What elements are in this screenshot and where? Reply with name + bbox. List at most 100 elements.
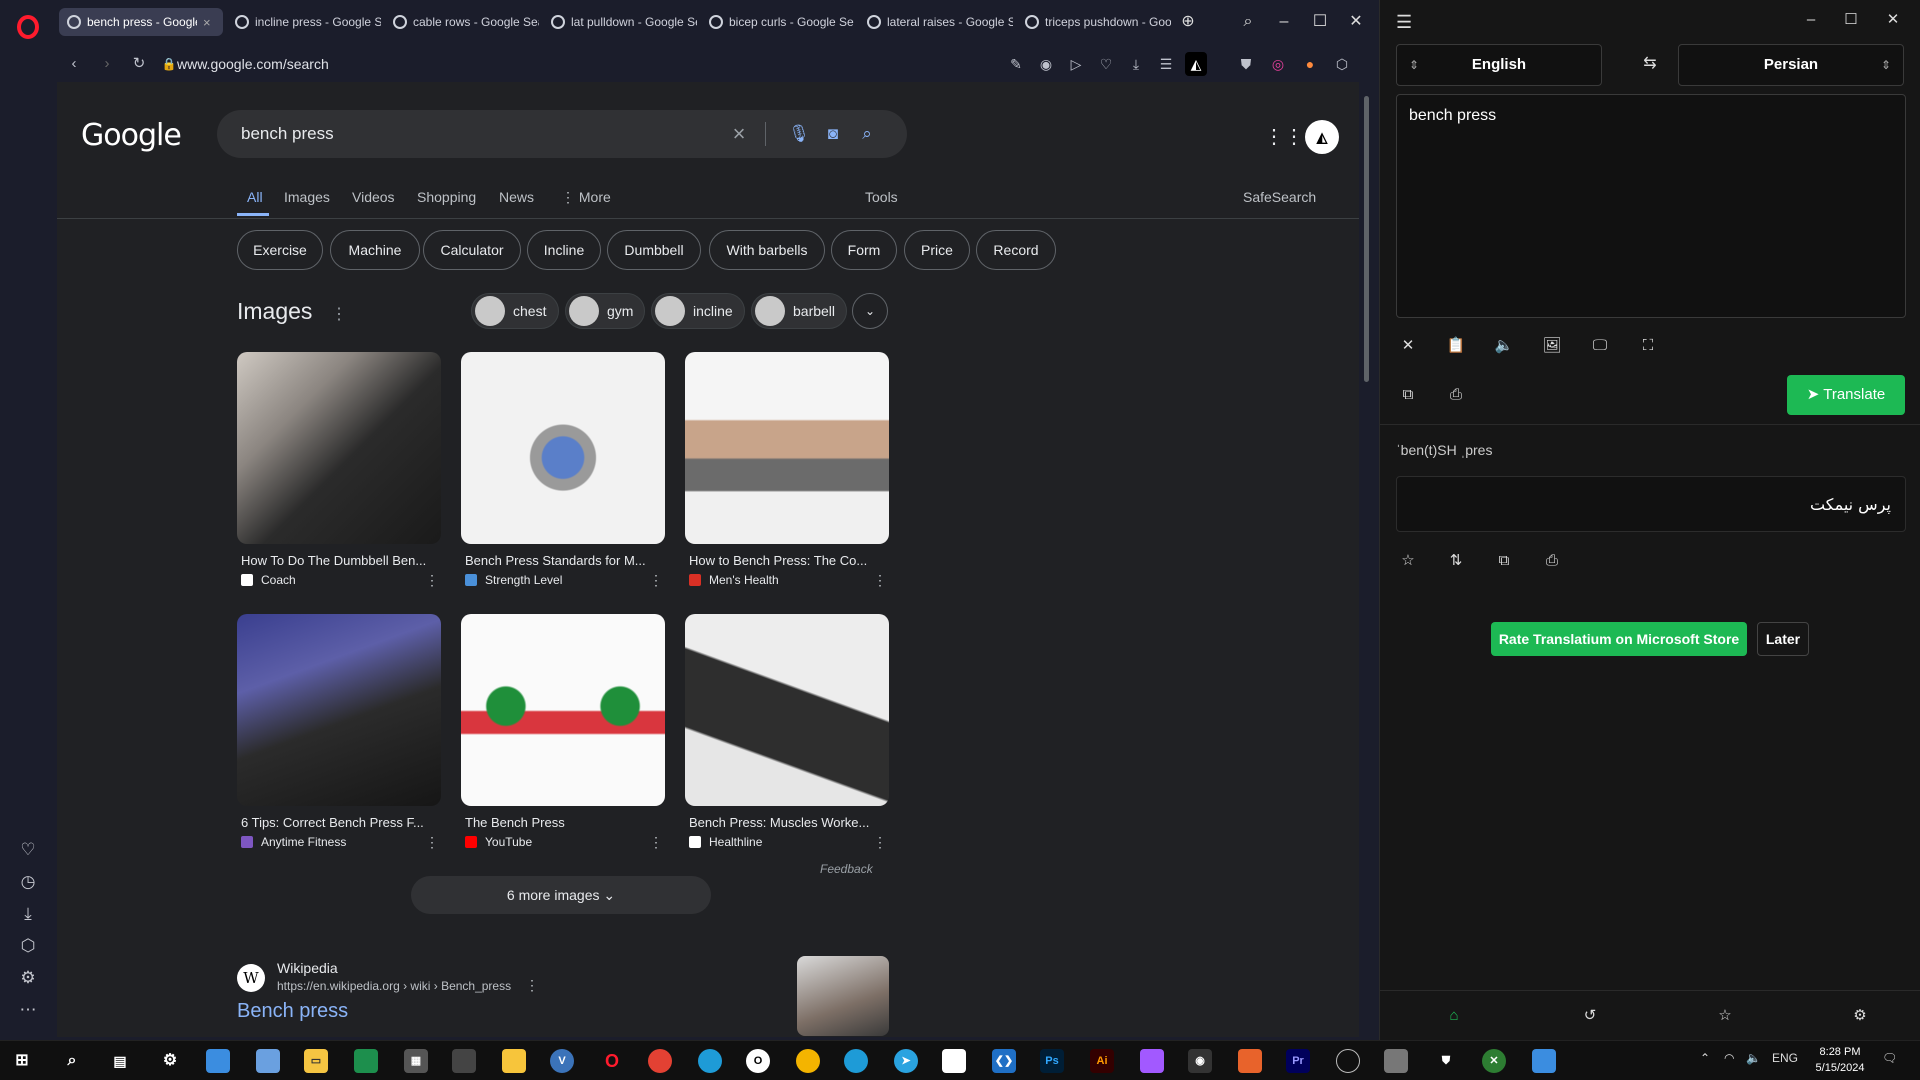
speaker-icon[interactable]: 🔈 <box>1492 334 1516 358</box>
app-icon[interactable] <box>942 1049 966 1073</box>
clear-search-icon[interactable]: × <box>727 122 751 146</box>
history-icon[interactable]: ◷ <box>16 870 40 894</box>
opera-logo-icon[interactable] <box>17 15 39 39</box>
result-menu-icon[interactable]: ⋮ <box>525 977 539 994</box>
chip-machine[interactable]: Machine <box>330 230 420 270</box>
target-language-select[interactable]: Persian ⇕ <box>1678 44 1904 86</box>
app-icon[interactable]: ◉ <box>1188 1049 1212 1073</box>
minimize-icon[interactable]: – <box>1271 10 1297 34</box>
scrollbar-thumb[interactable] <box>1364 96 1369 382</box>
print-icon[interactable]: ⎙ <box>1444 383 1468 407</box>
source-text[interactable]: bench press <box>1409 107 1496 125</box>
search-icon[interactable]: ⌕ <box>60 1049 84 1073</box>
chip-price[interactable]: Price <box>904 230 970 270</box>
calculator-icon[interactable]: ▦ <box>404 1049 428 1073</box>
image-result[interactable]: 6 Tips: Correct Bench Press F... Anytime… <box>237 614 441 851</box>
tab-lat-pulldown[interactable]: lat pulldown - Google Se <box>543 8 697 36</box>
tab-triceps-pushdown[interactable]: triceps pushdown - Goo <box>1017 8 1171 36</box>
chip-with-barbells[interactable]: With barbells <box>709 230 825 270</box>
app-icon[interactable] <box>452 1049 476 1073</box>
chip-calculator[interactable]: Calculator <box>423 230 521 270</box>
camera-icon[interactable]: ◉ <box>1035 52 1057 76</box>
sticky-notes-icon[interactable] <box>502 1049 526 1073</box>
forward-icon[interactable]: › <box>95 52 119 76</box>
chip-incline[interactable]: Incline <box>527 230 601 270</box>
image-result[interactable]: How to Bench Press: The Co... Men's Heal… <box>685 352 889 588</box>
shield-icon[interactable]: ⛊ <box>1434 1049 1458 1073</box>
illustrator-icon[interactable]: Ai <box>1090 1049 1114 1073</box>
file-explorer-icon[interactable]: ▭ <box>304 1049 328 1073</box>
image-result[interactable]: The Bench Press YouTube ⋮ <box>461 614 665 851</box>
shield-extension-icon[interactable]: ⛊ <box>1235 52 1257 76</box>
close-tab-icon[interactable]: × <box>203 15 217 30</box>
tab-news[interactable]: News <box>499 189 534 205</box>
notifications-icon[interactable]: 🗨 <box>1882 1051 1897 1065</box>
apps-grid-icon[interactable]: ⋮⋮ <box>1264 126 1304 148</box>
app-icon[interactable]: O <box>746 1049 770 1073</box>
url-field[interactable]: www.google.com/search <box>177 52 329 76</box>
clipboard-icon[interactable]: 📋 <box>1444 334 1468 358</box>
app-icon[interactable] <box>256 1049 280 1073</box>
language-indicator[interactable]: ENG <box>1772 1051 1798 1065</box>
wiki-url[interactable]: https://en.wikipedia.org › wiki › Bench_… <box>277 979 511 993</box>
search-box[interactable]: bench press × 🎙 ◙ ⌕ <box>217 110 907 158</box>
opera-icon[interactable]: O <box>600 1049 624 1073</box>
windows-start-icon[interactable]: ⊞ <box>10 1049 34 1073</box>
translatium-icon[interactable] <box>1532 1049 1556 1073</box>
hamburger-menu-icon[interactable]: ☰ <box>1396 12 1412 33</box>
result-menu-icon[interactable]: ⋮ <box>873 834 887 851</box>
settings-gear-icon[interactable]: ⚙ <box>1848 1004 1872 1028</box>
lens-icon[interactable]: ◙ <box>821 122 845 146</box>
tab-more[interactable]: ⋮ More <box>561 189 611 206</box>
more-images-button[interactable]: 6 more images ⌄ <box>411 876 711 914</box>
back-icon[interactable]: ‹ <box>62 52 86 76</box>
app-icon[interactable] <box>1336 1049 1360 1073</box>
clock[interactable]: 8:28 PM 5/15/2024 <box>1810 1044 1870 1076</box>
print-icon[interactable]: ⎙ <box>1540 549 1564 573</box>
flame-extension-icon[interactable]: ● <box>1299 52 1321 76</box>
image-chip-barbell[interactable]: barbell <box>751 293 847 329</box>
result-menu-icon[interactable]: ⋮ <box>425 834 439 851</box>
rate-app-button[interactable]: Rate Translatium on Microsoft Store <box>1491 622 1747 656</box>
clear-icon[interactable]: ✕ <box>1396 334 1420 358</box>
fullscreen-icon[interactable]: ⛶ <box>1636 334 1660 358</box>
favorites-star-icon[interactable]: ☆ <box>1713 1004 1737 1028</box>
chrome-icon[interactable] <box>648 1049 672 1073</box>
close-window-icon[interactable]: ✕ <box>1343 10 1369 34</box>
screen-icon[interactable]: 🖵 <box>1588 334 1612 358</box>
result-menu-icon[interactable]: ⋮ <box>649 834 663 851</box>
tab-cable-rows[interactable]: cable rows - Google Sea <box>385 8 539 36</box>
app-icon[interactable] <box>206 1049 230 1073</box>
result-menu-icon[interactable]: ⋮ <box>425 572 439 589</box>
edge-icon[interactable] <box>844 1049 868 1073</box>
profile-extension-icon[interactable]: ◭ <box>1185 52 1207 76</box>
cube-icon[interactable]: ⬡ <box>16 934 40 958</box>
chip-form[interactable]: Form <box>831 230 897 270</box>
tab-incline-press[interactable]: incline press - Google Se <box>227 8 381 36</box>
image-chip-incline[interactable]: incline <box>651 293 745 329</box>
source-text-area[interactable]: bench press <box>1396 94 1906 318</box>
maximize-icon[interactable]: ☐ <box>1838 8 1864 32</box>
app-icon[interactable] <box>1384 1049 1408 1073</box>
voice-search-icon[interactable]: 🎙 <box>787 122 811 146</box>
figma-icon[interactable] <box>1140 1049 1164 1073</box>
extensions-cube-icon[interactable]: ⬡ <box>1331 52 1353 76</box>
minimize-icon[interactable]: – <box>1798 8 1824 32</box>
search-icon[interactable]: ⌕ <box>855 122 879 146</box>
image-result[interactable]: Bench Press Standards for M... Strength … <box>461 352 665 588</box>
image-result[interactable]: Bench Press: Muscles Worke... Healthline… <box>685 614 889 851</box>
chrome-icon[interactable] <box>796 1049 820 1073</box>
heart-icon[interactable]: ♡ <box>16 838 40 862</box>
later-button[interactable]: Later <box>1757 622 1809 656</box>
account-avatar[interactable]: ◭ <box>1305 120 1339 154</box>
wiki-site-name[interactable]: Wikipedia <box>277 960 338 976</box>
wiki-thumbnail[interactable] <box>797 956 889 1036</box>
reload-icon[interactable]: ↻ <box>127 52 151 76</box>
settings-gear-icon[interactable]: ⚙ <box>158 1049 182 1073</box>
app-icon[interactable] <box>1238 1049 1262 1073</box>
history-icon[interactable]: ↺ <box>1578 1004 1602 1028</box>
photoshop-icon[interactable]: Ps <box>1040 1049 1064 1073</box>
xbox-icon[interactable]: ✕ <box>1482 1049 1506 1073</box>
chip-exercise[interactable]: Exercise <box>237 230 323 270</box>
swap-languages-icon[interactable]: ⇆ <box>1638 52 1662 76</box>
